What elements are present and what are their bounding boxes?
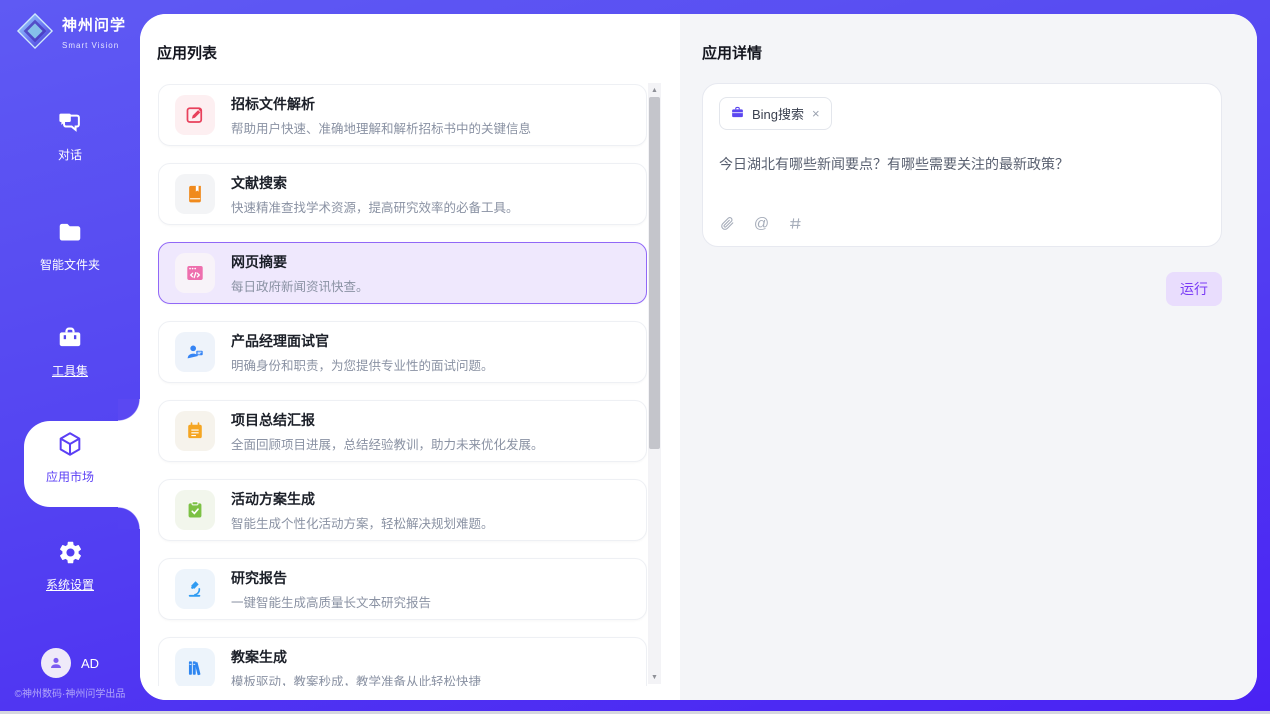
sidebar-item-gear[interactable]: 系统设置 [0, 539, 140, 593]
copyright-footer: ©神州数码·神州问学出品 [0, 685, 140, 700]
app-card[interactable]: 项目总结汇报 全面回顾项目进展，总结经验教训，助力未来优化发展。 [158, 400, 647, 462]
microscope-icon [175, 569, 215, 609]
user-row[interactable]: AD [0, 648, 140, 678]
clipboard-check-icon [175, 490, 215, 530]
active-notch-top [118, 399, 140, 421]
run-button[interactable]: 运行 [1166, 272, 1222, 306]
app-card[interactable]: 研究报告 一键智能生成高质量长文本研究报告 [158, 558, 647, 620]
at-icon[interactable]: @ [753, 215, 770, 232]
app-card-title: 文献搜索 [231, 173, 519, 193]
app-card-title: 活动方案生成 [231, 489, 494, 509]
web-summary-icon [175, 253, 215, 293]
scroll-down-icon[interactable]: ▼ [648, 670, 661, 684]
app-detail-section: 应用详情 Bing搜索 × 今日湖北有哪些新闻要点？有哪些需要关注的最新政策？ … [680, 14, 1257, 700]
app-card-desc: 快速精准查找学术资源，提高研究效率的必备工具。 [231, 197, 519, 216]
folder-icon [56, 218, 84, 246]
sidebar: 神州问学 Smart Vision 对话 智能文件夹 工具集 应用市场 系统设置… [0, 0, 140, 714]
app-list: 招标文件解析 帮助用户快速、准确地理解和解析招标书中的关键信息 文献搜索 快速精… [158, 84, 647, 686]
app-list-scrollbar[interactable]: ▲ ▼ [648, 83, 661, 684]
sidebar-item-chat[interactable]: 对话 [0, 108, 140, 163]
paperclip-icon[interactable] [719, 215, 736, 232]
app-card[interactable]: 招标文件解析 帮助用户快速、准确地理解和解析招标书中的关键信息 [158, 84, 647, 146]
gear-icon [56, 539, 84, 567]
app-list-section: 应用列表 招标文件解析 帮助用户快速、准确地理解和解析招标书中的关键信息 文献搜… [140, 14, 680, 700]
app-detail-title: 应用详情 [702, 42, 1222, 63]
app-card-title: 项目总结汇报 [231, 410, 544, 430]
app-card-desc: 全面回顾项目进展，总结经验教训，助力未来优化发展。 [231, 434, 544, 453]
app-card[interactable]: 教案生成 模板驱动，教案秒成，教学准备从此轻松快捷 [158, 637, 647, 686]
tool-chip[interactable]: Bing搜索 × [719, 97, 832, 130]
app-card-title: 产品经理面试官 [231, 331, 494, 351]
scroll-up-icon[interactable]: ▲ [648, 83, 661, 97]
app-card-desc: 帮助用户快速、准确地理解和解析招标书中的关键信息 [231, 118, 531, 137]
chat-icon [56, 108, 84, 136]
user-name: AD [81, 656, 99, 671]
app-card-desc: 每日政府新闻资讯快查。 [231, 276, 369, 295]
app-card[interactable]: 网页摘要 每日政府新闻资讯快查。 [158, 242, 647, 304]
hash-icon[interactable] [787, 215, 804, 232]
book-icon [175, 174, 215, 214]
scrollbar-thumb[interactable] [649, 97, 660, 449]
app-card-desc: 智能生成个性化活动方案，轻松解决规划难题。 [231, 513, 494, 532]
brand-name: 神州问学 [62, 17, 126, 34]
app-card[interactable]: 产品经理面试官 明确身份和职责，为您提供专业性的面试问题。 [158, 321, 647, 383]
chip-close-icon[interactable]: × [811, 106, 821, 121]
cube-icon [56, 430, 84, 458]
app-card[interactable]: 文献搜索 快速精准查找学术资源，提高研究效率的必备工具。 [158, 163, 647, 225]
briefcase-icon [730, 105, 745, 123]
sidebar-item-toolbox[interactable]: 工具集 [0, 324, 140, 379]
app-card-desc: 一键智能生成高质量长文本研究报告 [231, 592, 431, 611]
app-card[interactable]: 活动方案生成 智能生成个性化活动方案，轻松解决规划难题。 [158, 479, 647, 541]
input-toolbar: @ [719, 215, 804, 232]
app-list-title: 应用列表 [157, 42, 217, 63]
active-notch-bottom [118, 507, 140, 529]
app-card-desc: 明确身份和职责，为您提供专业性的面试问题。 [231, 355, 494, 374]
brand-diamond-icon [16, 12, 54, 55]
toolbox-icon [56, 324, 84, 352]
sidebar-item-folder[interactable]: 智能文件夹 [0, 218, 140, 273]
edit-doc-icon [175, 95, 215, 135]
app-card-desc: 模板驱动，教案秒成，教学准备从此轻松快捷 [231, 671, 481, 687]
app-card-title: 研究报告 [231, 568, 431, 588]
main-panel: 应用列表 招标文件解析 帮助用户快速、准确地理解和解析招标书中的关键信息 文献搜… [140, 14, 1257, 700]
avatar [41, 648, 71, 678]
brand-logo: 神州问学 Smart Vision [16, 12, 126, 55]
interviewer-icon [175, 332, 215, 372]
prompt-card: Bing搜索 × 今日湖北有哪些新闻要点？有哪些需要关注的最新政策？ @ [702, 83, 1222, 247]
app-card-title: 网页摘要 [231, 252, 369, 272]
question-input[interactable]: 今日湖北有哪些新闻要点？有哪些需要关注的最新政策？ [719, 154, 1205, 175]
books-icon [175, 648, 215, 686]
brand-subtitle: Smart Vision [62, 41, 119, 50]
sidebar-item-cube[interactable]: 应用市场 [0, 430, 140, 485]
notepad-icon [175, 411, 215, 451]
app-card-title: 招标文件解析 [231, 94, 531, 114]
app-card-title: 教案生成 [231, 647, 481, 667]
tool-chip-label: Bing搜索 [752, 104, 804, 123]
